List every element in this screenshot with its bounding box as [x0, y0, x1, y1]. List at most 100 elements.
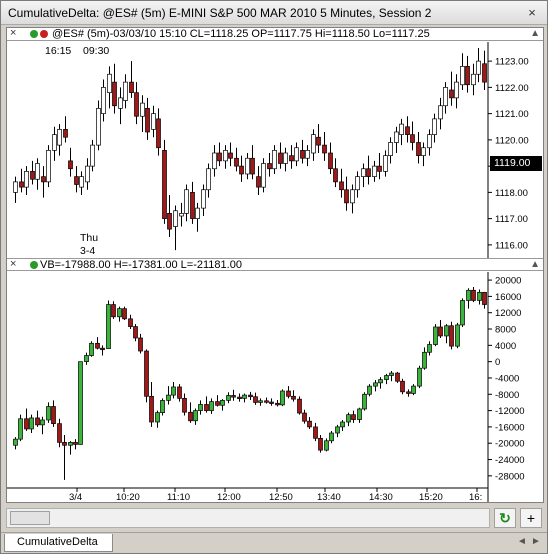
indicator-pane-close-icon[interactable]: × [10, 258, 16, 270]
candle [411, 384, 416, 396]
candle [101, 79, 106, 122]
candle [51, 400, 56, 427]
candle [416, 132, 421, 164]
price-chart[interactable]: 16:15 09:30 Thu 3-4 1116.00 1117.00 1118.0… [7, 42, 543, 264]
y-tick-label: 1120.00 [495, 135, 529, 146]
candle [145, 97, 150, 140]
session-open-label: 09:30 [83, 45, 109, 57]
candle [57, 418, 62, 448]
last-price-box: 1119.00 [490, 156, 542, 171]
candle [149, 382, 154, 427]
candle [400, 378, 405, 395]
y-tick-label: -8000 [495, 390, 519, 401]
y-tick-label: 1121.00 [495, 109, 529, 120]
chart-area[interactable]: × @ES# (5m)-03/03/10 15:10 CL=1118.25 OP… [6, 27, 544, 503]
y-tick-label: 12000 [495, 308, 521, 319]
candle [209, 398, 214, 414]
refresh-icon[interactable]: ↻ [494, 508, 516, 528]
candle [269, 398, 274, 406]
time-scrollbar[interactable] [6, 508, 490, 528]
y-tick-label: 1118.00 [495, 188, 528, 199]
candle [482, 50, 487, 90]
delta-chart[interactable]: 20000 16000 12000 8000 4000 0 -4000 -8000 -12000… [7, 272, 543, 502]
candle [297, 396, 302, 415]
candle [460, 298, 465, 327]
price-pane-close-icon[interactable]: × [10, 27, 16, 39]
candle [144, 349, 149, 403]
candle [384, 373, 389, 385]
candle [74, 166, 79, 193]
candle [13, 176, 18, 203]
candle [173, 205, 178, 251]
candle [118, 87, 123, 125]
candle [302, 409, 307, 424]
candle [156, 108, 161, 156]
candle [399, 118, 404, 146]
candle [52, 126, 57, 161]
indicator-pane-resize-icon[interactable]: ▲ [530, 259, 540, 270]
candle [272, 145, 277, 174]
y-tick-label: -28000 [495, 471, 525, 482]
candle [89, 341, 94, 357]
price-pane-resize-icon[interactable]: ▲ [530, 28, 540, 39]
candle [316, 124, 321, 153]
candle [78, 361, 83, 445]
candle [138, 333, 143, 354]
candle [362, 392, 367, 411]
y-tick-label: 1116.00 [495, 240, 528, 251]
candle [204, 396, 209, 413]
candle [449, 321, 454, 350]
indicator-pane-header: × VB=-17988.00 H=-17381.00 L=-21181.00 ▲ [7, 258, 543, 271]
candle [160, 398, 165, 416]
candle [432, 113, 437, 143]
tab-nav-left-icon[interactable]: ◄ [517, 536, 527, 547]
candle [373, 380, 378, 392]
price-pane-header: × @ES# (5m)-03/03/10 15:10 CL=1118.25 OP… [7, 27, 543, 41]
candle [471, 287, 476, 303]
candle [300, 139, 305, 164]
indicator-legend: VB=-17988.00 H=-17381.00 L=-21181.00 [40, 259, 242, 271]
candle [258, 398, 263, 406]
candle [471, 63, 476, 96]
candle [394, 126, 399, 153]
add-chart-button[interactable]: + [520, 508, 542, 528]
window-title: CumulativeDelta: @ES# (5m) E-MINI S&P 50… [8, 6, 432, 20]
tab-cumulative-delta[interactable]: CumulativeDelta [4, 534, 113, 552]
candle [256, 166, 261, 195]
candle [73, 439, 78, 450]
candle [46, 402, 51, 423]
candle [122, 306, 127, 321]
candle [378, 377, 383, 389]
title-bar: CumulativeDelta: @ES# (5m) E-MINI S&P 50… [1, 1, 547, 25]
candle [112, 63, 117, 114]
candle [357, 407, 362, 423]
candle [350, 184, 355, 214]
scrollbar-thumb[interactable] [10, 511, 50, 525]
y-tick-label: 0 [495, 357, 500, 368]
candle [278, 142, 283, 169]
close-icon[interactable]: × [525, 6, 539, 20]
candle [395, 371, 400, 383]
y-tick-label: -16000 [495, 422, 525, 433]
x-tick-label: 12:00 [217, 492, 241, 502]
candle [307, 417, 312, 429]
candle [166, 386, 171, 405]
candle [460, 53, 465, 90]
candle [318, 435, 323, 453]
candle [333, 158, 338, 188]
candle [329, 430, 334, 444]
candle [24, 408, 29, 431]
candle [346, 412, 351, 427]
candle [422, 347, 427, 370]
candle [344, 176, 349, 211]
candle [13, 437, 18, 450]
tab-nav-right-icon[interactable]: ► [531, 536, 541, 547]
candle [438, 320, 443, 338]
candle [63, 116, 68, 143]
candle [239, 155, 244, 182]
candle [95, 337, 100, 350]
candle [212, 145, 217, 177]
candle [242, 393, 247, 403]
candle [226, 392, 231, 404]
candle [35, 158, 40, 190]
